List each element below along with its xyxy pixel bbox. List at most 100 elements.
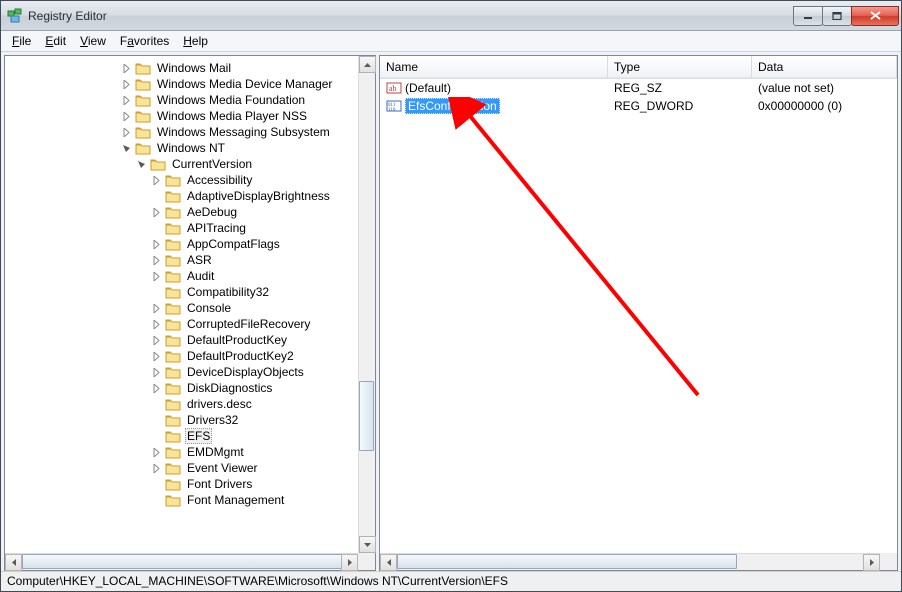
tree-item[interactable]: Windows NT: [5, 140, 357, 156]
expand-toggle-icon[interactable]: [150, 318, 163, 331]
scroll-corner: [880, 553, 897, 570]
tree-item[interactable]: CorruptedFileRecovery: [5, 316, 357, 332]
tree-item[interactable]: ASR: [5, 252, 357, 268]
value-row[interactable]: ab(Default)REG_SZ(value not set): [380, 79, 897, 97]
value-row[interactable]: 011110EfsConfigurationREG_DWORD0x0000000…: [380, 97, 897, 115]
expand-toggle-icon[interactable]: [150, 174, 163, 187]
expand-toggle-icon[interactable]: [150, 270, 163, 283]
scroll-thumb[interactable]: [359, 381, 374, 451]
content-area: Windows MailWindows Media Device Manager…: [1, 52, 901, 571]
expand-toggle-icon[interactable]: [150, 238, 163, 251]
tree-item[interactable]: Compatibility32: [5, 284, 357, 300]
scroll-right-button[interactable]: [341, 554, 358, 571]
folder-icon: [165, 317, 181, 331]
minimize-button[interactable]: [793, 6, 823, 26]
scroll-down-button[interactable]: [359, 536, 376, 553]
expand-toggle-icon[interactable]: [120, 78, 133, 91]
tree-item-label: DeviceDisplayObjects: [185, 364, 306, 380]
tree-item-label: DiskDiagnostics: [185, 380, 274, 396]
tree-panel: Windows MailWindows Media Device Manager…: [4, 55, 376, 571]
scroll-thumb[interactable]: [22, 554, 342, 569]
tree-item[interactable]: AeDebug: [5, 204, 357, 220]
close-button[interactable]: [851, 6, 899, 26]
expand-toggle-icon[interactable]: [120, 142, 133, 155]
scroll-left-button[interactable]: [380, 554, 397, 571]
list-horizontal-scrollbar[interactable]: [380, 553, 880, 570]
tree-item[interactable]: EMDMgmt: [5, 444, 357, 460]
tree-item-label: APITracing: [185, 220, 248, 236]
expand-toggle-icon[interactable]: [120, 94, 133, 107]
tree-item[interactable]: Windows Mail: [5, 60, 357, 76]
tree-item[interactable]: EFS: [5, 428, 357, 444]
col-name-header[interactable]: Name: [380, 56, 608, 78]
expand-toggle-icon[interactable]: [150, 350, 163, 363]
list-header: Name Type Data: [380, 56, 897, 79]
menu-file[interactable]: File: [5, 32, 38, 50]
tree-item-label: AdaptiveDisplayBrightness: [185, 188, 332, 204]
menu-view[interactable]: View: [73, 32, 113, 50]
folder-icon: [165, 173, 181, 187]
expand-toggle-icon[interactable]: [150, 302, 163, 315]
tree-item-label: Windows Mail: [155, 60, 233, 76]
tree-item[interactable]: Font Drivers: [5, 476, 357, 492]
tree-item[interactable]: Windows Media Foundation: [5, 92, 357, 108]
scroll-right-button[interactable]: [863, 554, 880, 571]
col-data-header[interactable]: Data: [752, 56, 897, 78]
titlebar[interactable]: Registry Editor: [1, 1, 901, 31]
expand-toggle-icon[interactable]: [150, 462, 163, 475]
tree-item-label: Windows NT: [155, 140, 227, 156]
tree-item[interactable]: DefaultProductKey: [5, 332, 357, 348]
expand-toggle-icon[interactable]: [150, 334, 163, 347]
expand-toggle-icon[interactable]: [120, 110, 133, 123]
tree-item[interactable]: Audit: [5, 268, 357, 284]
tree-item[interactable]: Font Management: [5, 492, 357, 508]
tree-horizontal-scrollbar[interactable]: [5, 553, 375, 570]
svg-text:ab: ab: [389, 84, 397, 93]
registry-tree[interactable]: Windows MailWindows Media Device Manager…: [5, 56, 375, 570]
tree-item-label: drivers.desc: [185, 396, 254, 412]
tree-item[interactable]: Drivers32: [5, 412, 357, 428]
tree-item[interactable]: DeviceDisplayObjects: [5, 364, 357, 380]
expand-toggle-icon[interactable]: [150, 366, 163, 379]
tree-item[interactable]: DiskDiagnostics: [5, 380, 357, 396]
tree-item[interactable]: AppCompatFlags: [5, 236, 357, 252]
menu-help[interactable]: Help: [176, 32, 215, 50]
folder-icon: [165, 477, 181, 491]
tree-item[interactable]: drivers.desc: [5, 396, 357, 412]
tree-item[interactable]: APITracing: [5, 220, 357, 236]
scroll-left-button[interactable]: [5, 554, 22, 571]
tree-item[interactable]: CurrentVersion: [5, 156, 357, 172]
tree-item-label: AppCompatFlags: [185, 236, 282, 252]
tree-item[interactable]: Windows Messaging Subsystem: [5, 124, 357, 140]
expand-toggle-icon[interactable]: [150, 206, 163, 219]
expand-toggle-icon[interactable]: [120, 126, 133, 139]
tree-item[interactable]: DefaultProductKey2: [5, 348, 357, 364]
expand-toggle-icon[interactable]: [135, 158, 148, 171]
expand-toggle-icon[interactable]: [150, 382, 163, 395]
tree-item-label: DefaultProductKey: [185, 332, 289, 348]
svg-text:110: 110: [388, 108, 396, 113]
tree-item[interactable]: Event Viewer: [5, 460, 357, 476]
expand-toggle-icon[interactable]: [120, 62, 133, 75]
scroll-thumb[interactable]: [397, 554, 737, 569]
expand-toggle-icon[interactable]: [150, 254, 163, 267]
maximize-button[interactable]: [822, 6, 852, 26]
tree-vertical-scrollbar[interactable]: [358, 56, 375, 553]
tree-item[interactable]: Windows Media Player NSS: [5, 108, 357, 124]
folder-icon: [165, 253, 181, 267]
folder-icon: [165, 269, 181, 283]
values-list[interactable]: ab(Default)REG_SZ(value not set)011110Ef…: [380, 79, 897, 570]
menu-edit[interactable]: Edit: [38, 32, 73, 50]
scroll-up-button[interactable]: [359, 56, 376, 73]
dword-value-icon: 011110: [386, 98, 402, 114]
menu-favorites[interactable]: Favorites: [113, 32, 176, 50]
string-value-icon: ab: [386, 80, 402, 96]
tree-item[interactable]: Windows Media Device Manager: [5, 76, 357, 92]
folder-icon: [165, 301, 181, 315]
col-type-header[interactable]: Type: [608, 56, 752, 78]
tree-item-label: Font Management: [185, 492, 286, 508]
tree-item[interactable]: Console: [5, 300, 357, 316]
tree-item[interactable]: Accessibility: [5, 172, 357, 188]
expand-toggle-icon[interactable]: [150, 446, 163, 459]
tree-item[interactable]: AdaptiveDisplayBrightness: [5, 188, 357, 204]
